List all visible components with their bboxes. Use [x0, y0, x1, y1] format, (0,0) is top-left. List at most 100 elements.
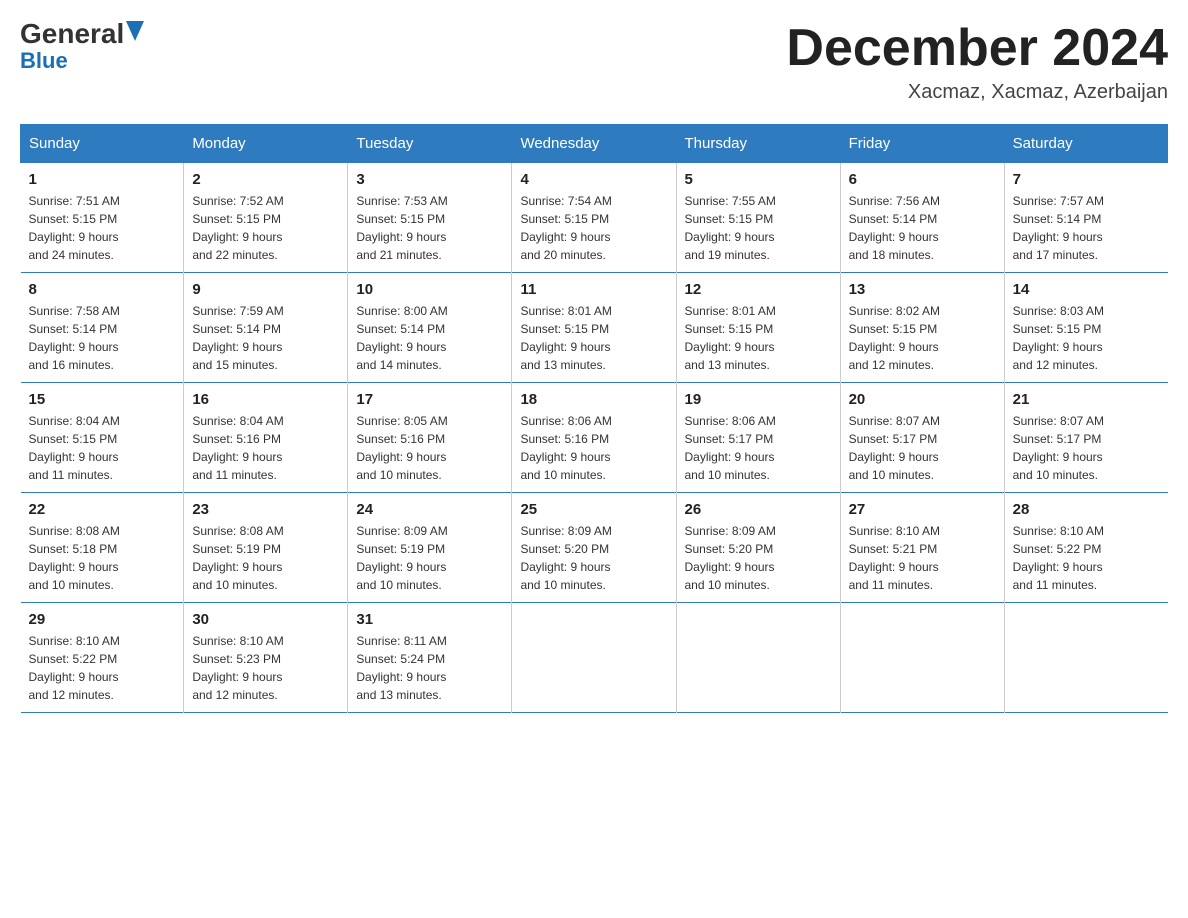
day-number: 8 [29, 281, 176, 298]
calendar-cell: 31 Sunrise: 8:11 AMSunset: 5:24 PMDayligh… [348, 603, 512, 713]
day-number: 29 [29, 611, 176, 628]
day-info: Sunrise: 7:58 AMSunset: 5:14 PMDaylight:… [29, 302, 176, 374]
day-number: 4 [520, 171, 667, 188]
calendar-cell: 9 Sunrise: 7:59 AMSunset: 5:14 PMDaylight… [184, 273, 348, 383]
header-friday: Friday [840, 125, 1004, 163]
calendar-cell: 22Sunrise: 8:08 AMSunset: 5:18 PMDayligh… [21, 493, 184, 603]
day-number: 30 [192, 611, 339, 628]
calendar-cell [512, 603, 676, 713]
day-info: Sunrise: 8:06 AMSunset: 5:16 PMDaylight:… [520, 412, 667, 484]
calendar-cell: 28 Sunrise: 8:10 AMSunset: 5:22 PMDayligh… [1004, 493, 1167, 603]
day-number: 18 [520, 391, 667, 408]
day-info: Sunrise: 8:02 AMSunset: 5:15 PMDaylight:… [849, 302, 996, 374]
calendar-cell: 29 Sunrise: 8:10 AMSunset: 5:22 PMDayligh… [21, 603, 184, 713]
day-info: Sunrise: 8:10 AMSunset: 5:23 PMDaylight:… [192, 632, 339, 704]
header-monday: Monday [184, 125, 348, 163]
day-info: Sunrise: 8:01 AMSunset: 5:15 PMDaylight:… [685, 302, 832, 374]
day-info: Sunrise: 8:09 AMSunset: 5:20 PMDaylight:… [520, 522, 667, 594]
day-info: Sunrise: 8:10 AMSunset: 5:22 PMDaylight:… [29, 632, 176, 704]
calendar-cell: 13Sunrise: 8:02 AMSunset: 5:15 PMDayligh… [840, 273, 1004, 383]
day-number: 14 [1013, 281, 1160, 298]
calendar-week-row: 8 Sunrise: 7:58 AMSunset: 5:14 PMDaylight… [21, 273, 1168, 383]
calendar-header-row: SundayMondayTuesdayWednesdayThursdayFrid… [21, 125, 1168, 163]
calendar-cell: 30 Sunrise: 8:10 AMSunset: 5:23 PMDayligh… [184, 603, 348, 713]
calendar-cell: 15 Sunrise: 8:04 AMSunset: 5:15 PMDayligh… [21, 383, 184, 493]
logo-general: General [20, 20, 124, 48]
calendar-cell: 14 Sunrise: 8:03 AMSunset: 5:15 PMDayligh… [1004, 273, 1167, 383]
calendar-cell: 16 Sunrise: 8:04 AMSunset: 5:16 PMDayligh… [184, 383, 348, 493]
day-info: Sunrise: 8:06 AMSunset: 5:17 PMDaylight:… [685, 412, 832, 484]
day-info: Sunrise: 8:10 AMSunset: 5:22 PMDaylight:… [1013, 522, 1160, 594]
header-tuesday: Tuesday [348, 125, 512, 163]
day-number: 27 [849, 501, 996, 518]
day-number: 31 [356, 611, 503, 628]
day-info: Sunrise: 7:53 AMSunset: 5:15 PMDaylight:… [356, 192, 503, 264]
calendar-cell: 23 Sunrise: 8:08 AMSunset: 5:19 PMDayligh… [184, 493, 348, 603]
day-info: Sunrise: 7:59 AMSunset: 5:14 PMDaylight:… [192, 302, 339, 374]
day-info: Sunrise: 8:04 AMSunset: 5:15 PMDaylight:… [29, 412, 176, 484]
day-info: Sunrise: 8:07 AMSunset: 5:17 PMDaylight:… [1013, 412, 1160, 484]
calendar-cell: 21 Sunrise: 8:07 AMSunset: 5:17 PMDayligh… [1004, 383, 1167, 493]
day-info: Sunrise: 8:08 AMSunset: 5:19 PMDaylight:… [192, 522, 339, 594]
day-info: Sunrise: 8:11 AMSunset: 5:24 PMDaylight:… [356, 632, 503, 704]
calendar-week-row: 15 Sunrise: 8:04 AMSunset: 5:15 PMDayligh… [21, 383, 1168, 493]
day-number: 25 [520, 501, 667, 518]
logo: General Blue [20, 20, 144, 74]
calendar-cell: 8 Sunrise: 7:58 AMSunset: 5:14 PMDaylight… [21, 273, 184, 383]
calendar-cell [840, 603, 1004, 713]
day-number: 9 [192, 281, 339, 298]
day-number: 12 [685, 281, 832, 298]
day-number: 26 [685, 501, 832, 518]
header-thursday: Thursday [676, 125, 840, 163]
calendar-table: SundayMondayTuesdayWednesdayThursdayFrid… [20, 124, 1168, 713]
page-header: General Blue December 2024 Xacmaz, Xacma… [20, 20, 1168, 104]
calendar-week-row: 22Sunrise: 8:08 AMSunset: 5:18 PMDayligh… [21, 493, 1168, 603]
header-sunday: Sunday [21, 125, 184, 163]
day-number: 23 [192, 501, 339, 518]
day-number: 5 [685, 171, 832, 188]
calendar-week-row: 1Sunrise: 7:51 AMSunset: 5:15 PMDaylight… [21, 163, 1168, 273]
calendar-cell: 11 Sunrise: 8:01 AMSunset: 5:15 PMDayligh… [512, 273, 676, 383]
day-number: 28 [1013, 501, 1160, 518]
calendar-cell: 25 Sunrise: 8:09 AMSunset: 5:20 PMDayligh… [512, 493, 676, 603]
calendar-cell: 27 Sunrise: 8:10 AMSunset: 5:21 PMDayligh… [840, 493, 1004, 603]
day-number: 1 [29, 171, 176, 188]
day-info: Sunrise: 8:10 AMSunset: 5:21 PMDaylight:… [849, 522, 996, 594]
calendar-title-area: December 2024 Xacmaz, Xacmaz, Azerbaijan [786, 20, 1168, 104]
day-number: 3 [356, 171, 503, 188]
day-info: Sunrise: 7:57 AMSunset: 5:14 PMDaylight:… [1013, 192, 1160, 264]
day-info: Sunrise: 8:07 AMSunset: 5:17 PMDaylight:… [849, 412, 996, 484]
calendar-cell: 19 Sunrise: 8:06 AMSunset: 5:17 PMDayligh… [676, 383, 840, 493]
day-number: 19 [685, 391, 832, 408]
logo-arrow-icon [126, 21, 144, 41]
month-title: December 2024 [786, 20, 1168, 77]
day-number: 11 [520, 281, 667, 298]
day-info: Sunrise: 7:55 AMSunset: 5:15 PMDaylight:… [685, 192, 832, 264]
day-number: 22 [29, 501, 176, 518]
calendar-cell: 4 Sunrise: 7:54 AMSunset: 5:15 PMDaylight… [512, 163, 676, 273]
day-info: Sunrise: 8:05 AMSunset: 5:16 PMDaylight:… [356, 412, 503, 484]
day-number: 16 [192, 391, 339, 408]
day-info: Sunrise: 8:04 AMSunset: 5:16 PMDaylight:… [192, 412, 339, 484]
location-subtitle: Xacmaz, Xacmaz, Azerbaijan [786, 81, 1168, 104]
calendar-cell: 5 Sunrise: 7:55 AMSunset: 5:15 PMDaylight… [676, 163, 840, 273]
calendar-cell [1004, 603, 1167, 713]
calendar-cell: 26Sunrise: 8:09 AMSunset: 5:20 PMDayligh… [676, 493, 840, 603]
day-number: 15 [29, 391, 176, 408]
day-number: 10 [356, 281, 503, 298]
day-number: 21 [1013, 391, 1160, 408]
day-info: Sunrise: 8:01 AMSunset: 5:15 PMDaylight:… [520, 302, 667, 374]
day-info: Sunrise: 7:54 AMSunset: 5:15 PMDaylight:… [520, 192, 667, 264]
day-number: 6 [849, 171, 996, 188]
day-number: 17 [356, 391, 503, 408]
day-info: Sunrise: 7:52 AMSunset: 5:15 PMDaylight:… [192, 192, 339, 264]
day-number: 2 [192, 171, 339, 188]
calendar-cell: 3 Sunrise: 7:53 AMSunset: 5:15 PMDaylight… [348, 163, 512, 273]
header-wednesday: Wednesday [512, 125, 676, 163]
calendar-cell: 1Sunrise: 7:51 AMSunset: 5:15 PMDaylight… [21, 163, 184, 273]
calendar-cell: 6Sunrise: 7:56 AMSunset: 5:14 PMDaylight… [840, 163, 1004, 273]
calendar-cell: 10Sunrise: 8:00 AMSunset: 5:14 PMDayligh… [348, 273, 512, 383]
calendar-cell: 7Sunrise: 7:57 AMSunset: 5:14 PMDaylight… [1004, 163, 1167, 273]
calendar-cell: 2 Sunrise: 7:52 AMSunset: 5:15 PMDaylight… [184, 163, 348, 273]
day-info: Sunrise: 8:03 AMSunset: 5:15 PMDaylight:… [1013, 302, 1160, 374]
